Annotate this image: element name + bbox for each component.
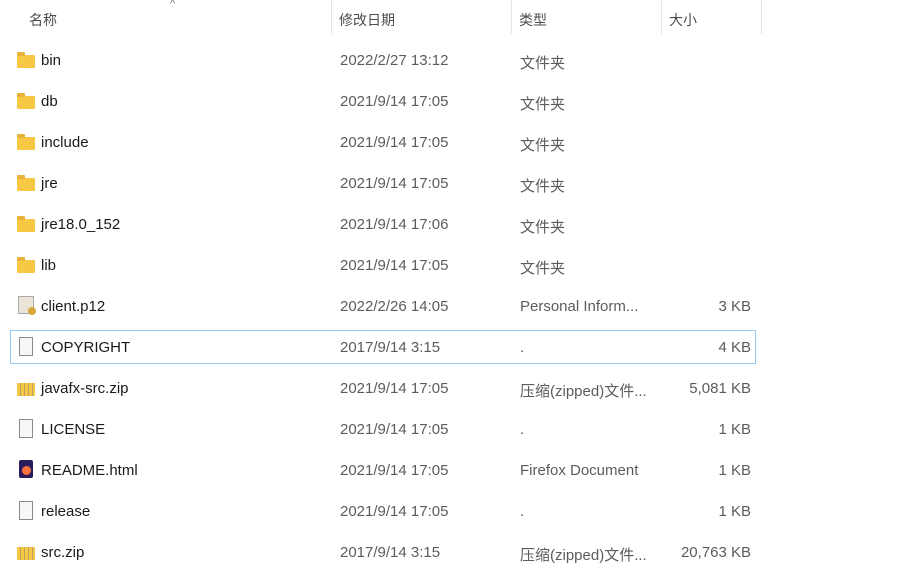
column-divider[interactable] xyxy=(761,0,762,34)
file-name: javafx-src.zip xyxy=(41,380,129,397)
file-name: LICENSE xyxy=(41,421,106,438)
file-date: 2021/9/14 17:05 xyxy=(340,93,449,110)
file-row[interactable]: db 2021/9/14 17:05 文件夹 xyxy=(10,84,756,118)
file-size: 1 KB xyxy=(718,462,751,479)
column-size[interactable]: 大小 xyxy=(669,10,697,30)
file-type: 文件夹 xyxy=(520,219,566,236)
column-type[interactable]: 类型 xyxy=(519,10,547,30)
column-date[interactable]: 修改日期 xyxy=(339,10,395,30)
file-type: 文件夹 xyxy=(520,55,566,72)
file-type: . xyxy=(520,339,525,356)
file-type: 文件夹 xyxy=(520,260,566,277)
file-type: Personal Inform... xyxy=(520,298,639,315)
file-name: include xyxy=(41,134,89,151)
file-date: 2021/9/14 17:05 xyxy=(340,421,449,438)
file-name: lib xyxy=(41,257,57,274)
file-name: COPYRIGHT xyxy=(41,339,131,356)
file-date: 2021/9/14 17:05 xyxy=(340,503,449,520)
file-size: 3 KB xyxy=(718,298,751,315)
column-divider[interactable] xyxy=(331,0,332,34)
zip-folder-icon xyxy=(17,383,35,396)
firefox-document-icon xyxy=(19,460,33,478)
file-row[interactable]: LICENSE 2021/9/14 17:05 . 1 KB xyxy=(10,412,756,446)
file-type: . xyxy=(520,421,525,438)
file-icon xyxy=(19,337,33,356)
file-date: 2022/2/26 14:05 xyxy=(340,298,449,315)
file-name: db xyxy=(41,93,58,110)
file-icon xyxy=(19,501,33,520)
file-name: jre xyxy=(41,175,58,192)
column-header: 名称 ^ 修改日期 类型 大小 xyxy=(0,0,762,36)
folder-icon xyxy=(17,52,35,68)
file-date: 2021/9/14 17:05 xyxy=(340,257,449,274)
file-date: 2022/2/27 13:12 xyxy=(340,52,449,69)
folder-icon xyxy=(17,216,35,232)
file-type: 文件夹 xyxy=(520,178,566,195)
file-row[interactable]: bin 2022/2/27 13:12 文件夹 xyxy=(10,43,756,77)
file-date: 2021/9/14 17:05 xyxy=(340,175,449,192)
file-name: client.p12 xyxy=(41,298,106,315)
file-row[interactable]: lib 2021/9/14 17:05 文件夹 xyxy=(10,248,756,282)
column-name[interactable]: 名称 xyxy=(29,10,57,30)
file-date: 2021/9/14 17:06 xyxy=(340,216,449,233)
file-date: 2017/9/14 3:15 xyxy=(340,544,441,561)
file-date: 2021/9/14 17:05 xyxy=(340,462,449,479)
file-row[interactable]: include 2021/9/14 17:05 文件夹 xyxy=(10,125,756,159)
file-size: 1 KB xyxy=(718,421,751,438)
file-size: 20,763 KB xyxy=(680,544,751,561)
folder-icon xyxy=(17,175,35,191)
file-row[interactable]: COPYRIGHT 2017/9/14 3:15 . 4 KB xyxy=(10,330,756,364)
file-type: 压缩(zipped)文件... xyxy=(520,547,647,564)
file-type: 压缩(zipped)文件... xyxy=(520,383,647,400)
file-size: 5,081 KB xyxy=(689,380,751,397)
zip-folder-icon xyxy=(17,547,35,560)
certificate-icon xyxy=(18,296,36,315)
file-date: 2021/9/14 17:05 xyxy=(340,380,449,397)
file-size: 4 KB xyxy=(718,339,751,356)
file-name: jre18.0_152 xyxy=(41,216,121,233)
file-row[interactable]: javafx-src.zip 2021/9/14 17:05 压缩(zipped… xyxy=(10,371,756,405)
file-name: release xyxy=(41,503,91,520)
file-row[interactable]: jre 2021/9/14 17:05 文件夹 xyxy=(10,166,756,200)
folder-icon xyxy=(17,257,35,273)
file-name: README.html xyxy=(41,462,138,479)
folder-icon xyxy=(17,93,35,109)
folder-icon xyxy=(17,134,35,150)
file-size: 1 KB xyxy=(718,503,751,520)
file-type: 文件夹 xyxy=(520,96,566,113)
file-icon xyxy=(19,419,33,438)
file-name: src.zip xyxy=(41,544,85,561)
file-date: 2017/9/14 3:15 xyxy=(340,339,441,356)
file-type: Firefox Document xyxy=(520,462,639,479)
file-name: bin xyxy=(41,52,62,69)
file-row[interactable]: README.html 2021/9/14 17:05 Firefox Docu… xyxy=(10,453,756,487)
file-row[interactable]: client.p12 2022/2/26 14:05 Personal Info… xyxy=(10,289,756,323)
file-row[interactable]: release 2021/9/14 17:05 . 1 KB xyxy=(10,494,756,528)
file-row[interactable]: src.zip 2017/9/14 3:15 压缩(zipped)文件... 2… xyxy=(10,535,756,569)
file-type: 文件夹 xyxy=(520,137,566,154)
column-divider[interactable] xyxy=(661,0,662,34)
file-row[interactable]: jre18.0_152 2021/9/14 17:06 文件夹 xyxy=(10,207,756,241)
column-divider[interactable] xyxy=(511,0,512,34)
file-date: 2021/9/14 17:05 xyxy=(340,134,449,151)
sort-ascending-icon: ^ xyxy=(170,0,176,10)
file-type: . xyxy=(520,503,525,520)
